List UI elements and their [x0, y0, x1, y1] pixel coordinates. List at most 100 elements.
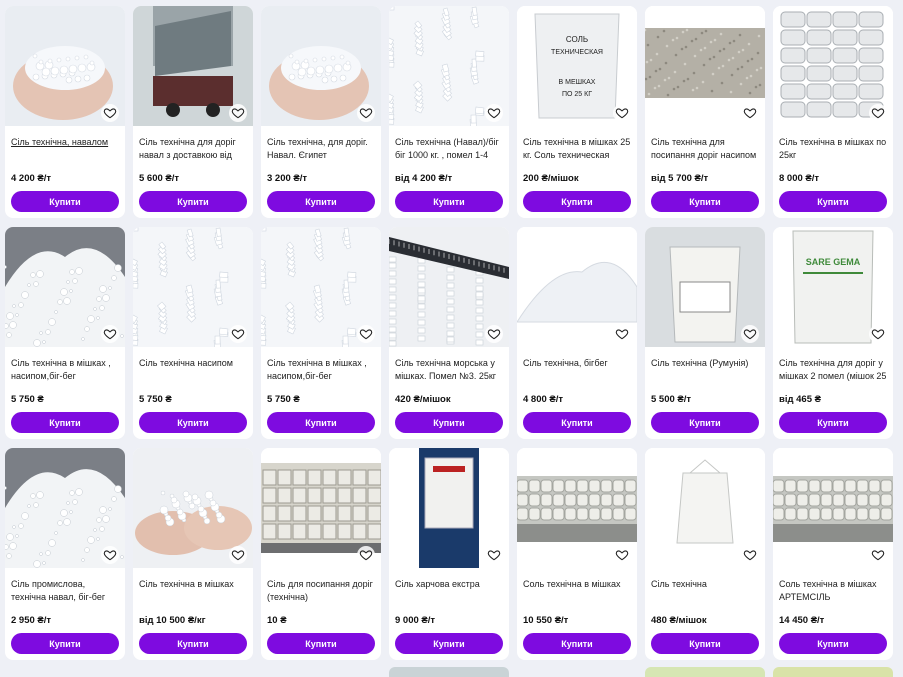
- product-title[interactable]: Соль технічна в мішках АРТЕМСІЛЬ: [779, 578, 889, 604]
- product-title[interactable]: Сіль технічна (Румунія): [651, 357, 761, 383]
- buy-button[interactable]: Купити: [395, 633, 503, 654]
- buy-button[interactable]: Купити: [651, 191, 759, 212]
- favorite-heart-icon[interactable]: [485, 104, 503, 122]
- product-title[interactable]: Сіль технічна в мішках , насипом,біг-бег: [11, 357, 121, 383]
- buy-button[interactable]: Купити: [523, 191, 631, 212]
- favorite-heart-icon[interactable]: [613, 546, 631, 564]
- product-price: 200 ₴/мішок: [523, 173, 579, 184]
- product-title[interactable]: Сіль технічна в мішках , насипом,біг-бег: [267, 357, 377, 383]
- favorite-heart-icon[interactable]: [485, 546, 503, 564]
- product-price: 5 750 ₴: [139, 394, 172, 405]
- product-card[interactable]: Сіль технічна (Румунія) 5 500 ₴/т Купити: [645, 227, 765, 439]
- buy-button[interactable]: Купити: [139, 191, 247, 212]
- favorite-heart-icon[interactable]: [869, 546, 887, 564]
- product-price: 14 450 ₴/т: [779, 615, 825, 626]
- favorite-heart-icon[interactable]: [357, 546, 375, 564]
- product-title[interactable]: Сіль технічна для посипання доріг насипо…: [651, 136, 761, 162]
- product-card[interactable]: Сіль технічна в мішках по 25кг 8 000 ₴/т К…: [773, 6, 893, 218]
- favorite-heart-icon[interactable]: [485, 325, 503, 343]
- buy-button[interactable]: Купити: [651, 412, 759, 433]
- product-title[interactable]: Сіль технічна в мішках: [139, 578, 249, 604]
- product-title[interactable]: Соль технічна в мішках: [523, 578, 633, 604]
- favorite-heart-icon[interactable]: [357, 104, 375, 122]
- product-card[interactable]: SARE GEMA Сіль технічна для доріг у мішка…: [773, 227, 893, 439]
- product-price: 5 750 ₴: [11, 394, 44, 405]
- product-title[interactable]: Сіль для посипання доріг (технічна): [267, 578, 377, 604]
- product-title[interactable]: Сіль технічна, бігбег: [523, 357, 633, 383]
- favorite-heart-icon[interactable]: [869, 104, 887, 122]
- product-card[interactable]: Сіль для посипання доріг (технічна) 10 ₴ К…: [261, 448, 381, 660]
- product-title[interactable]: Сіль технічна насипом: [139, 357, 249, 383]
- product-card[interactable]: Сіль технічна в мішках від 10 500 ₴/кг Куп…: [133, 448, 253, 660]
- product-card[interactable]: Сіль технічна в мішках , насипом,біг-бег…: [5, 227, 125, 439]
- product-card[interactable]: Соль технічна в мішках АРТЕМСІЛЬ 14 450 ₴…: [773, 448, 893, 660]
- product-card[interactable]: Сіль харчова екстра 9 000 ₴/т Купити: [389, 448, 509, 660]
- product-card[interactable]: СОЛЬ ТЕХНИЧЕСКАЯ В МЕШКАХ ПО 25 КГ Сіль техн…: [517, 6, 637, 218]
- buy-button[interactable]: Купити: [11, 633, 119, 654]
- product-card[interactable]: Сіль технічна, бігбег 4 800 ₴/т Купити: [517, 227, 637, 439]
- buy-button[interactable]: Купити: [779, 633, 887, 654]
- product-card-partial[interactable]: [389, 667, 509, 677]
- favorite-heart-icon[interactable]: [741, 546, 759, 564]
- favorite-heart-icon[interactable]: [741, 325, 759, 343]
- buy-button[interactable]: Купити: [11, 191, 119, 212]
- product-card[interactable]: Сіль технічна (Навал)/біг біг 1000 кг. ,…: [389, 6, 509, 218]
- product-card[interactable]: Сіль технічна в мішках , насипом,біг-бег…: [261, 227, 381, 439]
- product-card-partial[interactable]: [773, 667, 893, 677]
- product-title[interactable]: Сіль технічна (Навал)/біг біг 1000 кг. ,…: [395, 136, 505, 162]
- favorite-heart-icon[interactable]: [229, 546, 247, 564]
- buy-button[interactable]: Купити: [139, 633, 247, 654]
- favorite-heart-icon[interactable]: [613, 325, 631, 343]
- buy-button[interactable]: Купити: [139, 412, 247, 433]
- product-card[interactable]: Сіль промислова, технічна навал, біг-бег…: [5, 448, 125, 660]
- product-title[interactable]: Сіль технічна для доріг навал з доставко…: [139, 136, 249, 162]
- buy-button[interactable]: Купити: [395, 412, 503, 433]
- product-title[interactable]: Сіль технічна для доріг у мішках 2 помел…: [779, 357, 889, 383]
- buy-button[interactable]: Купити: [523, 633, 631, 654]
- favorite-heart-icon[interactable]: [229, 325, 247, 343]
- favorite-heart-icon[interactable]: [613, 104, 631, 122]
- buy-button[interactable]: Купити: [267, 412, 375, 433]
- buy-button[interactable]: Купити: [395, 191, 503, 212]
- product-card[interactable]: Сіль технічна морська у мішках. Помел №3…: [389, 227, 509, 439]
- favorite-heart-icon[interactable]: [741, 104, 759, 122]
- buy-button[interactable]: Купити: [267, 191, 375, 212]
- buy-button[interactable]: Купити: [267, 633, 375, 654]
- product-price: 9 000 ₴/т: [395, 615, 436, 626]
- product-card[interactable]: Сіль технічна, навалом 4 200 ₴/т Купити: [5, 6, 125, 218]
- product-price: 5 600 ₴/т: [139, 173, 180, 184]
- product-title[interactable]: Сіль технічна в мішках по 25кг: [779, 136, 889, 162]
- buy-button[interactable]: Купити: [779, 191, 887, 212]
- product-card[interactable]: Сіль технічна для доріг навал з доставко…: [133, 6, 253, 218]
- product-card[interactable]: Соль технічна в мішках 10 550 ₴/т Купити: [517, 448, 637, 660]
- product-grid: Сіль технічна, навалом 4 200 ₴/т Купити Сіл…: [0, 0, 903, 677]
- favorite-heart-icon[interactable]: [357, 325, 375, 343]
- product-price: 3 200 ₴/т: [267, 173, 308, 184]
- buy-button[interactable]: Купити: [523, 412, 631, 433]
- product-price: від 4 200 ₴/т: [395, 173, 453, 184]
- svg-text:ТЕХНИЧЕСКАЯ: ТЕХНИЧЕСКАЯ: [551, 49, 603, 56]
- product-title[interactable]: Сіль технічна, для доріг. Навал. Єгипет: [267, 136, 377, 162]
- favorite-heart-icon[interactable]: [101, 325, 119, 343]
- product-title[interactable]: Сіль технічна морська у мішках. Помел №3…: [395, 357, 505, 383]
- favorite-heart-icon[interactable]: [869, 325, 887, 343]
- favorite-heart-icon[interactable]: [101, 104, 119, 122]
- product-title[interactable]: Сіль харчова екстра: [395, 578, 505, 604]
- product-price: 4 800 ₴/т: [523, 394, 564, 405]
- favorite-heart-icon[interactable]: [101, 546, 119, 564]
- product-title[interactable]: Сіль технічна: [651, 578, 761, 604]
- favorite-heart-icon[interactable]: [229, 104, 247, 122]
- product-title[interactable]: Сіль промислова, технічна навал, біг-бег: [11, 578, 121, 604]
- product-price: 4 200 ₴/т: [11, 173, 52, 184]
- buy-button[interactable]: Купити: [11, 412, 119, 433]
- product-title[interactable]: Сіль технічна в мішках 25 кг. Соль техни…: [523, 136, 633, 162]
- buy-button[interactable]: Купити: [651, 633, 759, 654]
- product-price: 10 ₴: [267, 615, 287, 626]
- product-card[interactable]: Сіль технічна 480 ₴/мішок Купити: [645, 448, 765, 660]
- buy-button[interactable]: Купити: [779, 412, 887, 433]
- product-card[interactable]: Сіль технічна насипом 5 750 ₴ Купити: [133, 227, 253, 439]
- product-card[interactable]: Сіль технічна для посипання доріг насипо…: [645, 6, 765, 218]
- product-card[interactable]: Сіль технічна, для доріг. Навал. Єгипет 3…: [261, 6, 381, 218]
- product-title[interactable]: Сіль технічна, навалом: [11, 136, 121, 162]
- product-card-partial[interactable]: [645, 667, 765, 677]
